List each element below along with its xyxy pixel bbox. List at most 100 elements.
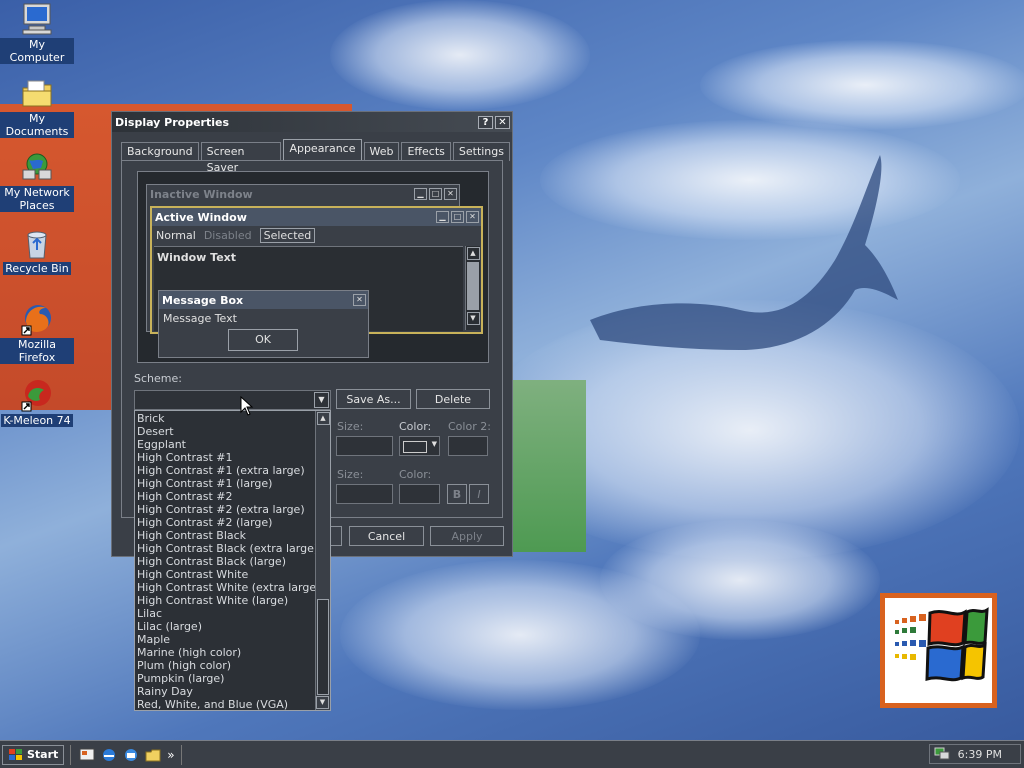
tab-settings[interactable]: Settings <box>452 142 510 161</box>
font-color-label: Color: <box>399 468 432 481</box>
item-size-field[interactable] <box>336 436 393 456</box>
desktop-icon-label: Mozilla Firefox <box>0 338 74 364</box>
bold-button[interactable]: B <box>447 484 467 504</box>
preview-msgbox-text: Message Text <box>163 312 237 325</box>
scheme-label: Scheme: <box>134 372 182 385</box>
start-button[interactable]: Start <box>2 744 65 765</box>
scheme-option[interactable]: Maple <box>135 633 330 646</box>
windows-flag-icon <box>9 748 22 760</box>
desktop-icon-my-documents[interactable]: My Documents <box>0 78 74 138</box>
scheme-option[interactable]: Eggplant <box>135 438 330 451</box>
dropdown-scrollbar[interactable]: ▲ ▼ <box>315 411 330 710</box>
mouse-cursor-icon <box>240 396 254 416</box>
scheme-option[interactable]: High Contrast #2 (large) <box>135 516 330 529</box>
item-color-swatch <box>403 441 427 453</box>
tab-background[interactable]: Background <box>121 142 199 161</box>
scheme-option[interactable]: High Contrast Black (large) <box>135 555 330 568</box>
taskbar-separator <box>70 744 73 765</box>
close-icon: ✕ <box>444 188 457 200</box>
delete-button[interactable]: Delete <box>416 389 490 409</box>
preview-msgbox-titlebar: Message Box ✕ <box>159 291 368 309</box>
close-button[interactable]: ✕ <box>495 115 510 129</box>
tab-appearance[interactable]: Appearance <box>283 139 362 161</box>
network-tray-icon[interactable] <box>934 747 950 761</box>
minimize-icon: ▁ <box>436 211 449 223</box>
preview-ok-button: OK <box>228 329 298 351</box>
preview-menu-selected: Selected <box>259 227 316 243</box>
scheme-option[interactable]: Red, White, and Blue (VGA) <box>135 698 330 710</box>
item-color-button[interactable]: ▼ <box>399 436 440 456</box>
explorer-folder-icon[interactable] <box>145 747 161 763</box>
font-size-label: Size: <box>337 468 364 481</box>
preview-inactive-titlebar: Inactive Window ▁ □ ✕ <box>147 185 459 203</box>
wallpaper-green-block <box>512 380 586 552</box>
scheme-select[interactable]: ▼ <box>134 390 331 410</box>
save-as-button[interactable]: Save As... <box>336 389 411 409</box>
font-size-field[interactable] <box>336 484 393 504</box>
scheme-option[interactable]: High Contrast Black <box>135 529 330 542</box>
tab-effects[interactable]: Effects <box>401 142 451 161</box>
taskbar: Start » 6:39 PM <box>0 740 1024 768</box>
windows-logo <box>880 593 997 708</box>
scheme-option[interactable]: High Contrast White <box>135 568 330 581</box>
scheme-option[interactable]: High Contrast #1 (large) <box>135 477 330 490</box>
close-icon: ✕ <box>466 211 479 223</box>
preview-menu-bar: Normal Disabled Selected <box>152 226 481 244</box>
scheme-option[interactable]: Pumpkin (large) <box>135 672 330 685</box>
scheme-option[interactable]: High Contrast #1 (extra large) <box>135 464 330 477</box>
maximize-icon: □ <box>451 211 464 223</box>
quick-launch: » <box>79 744 183 765</box>
preview-menu-disabled: Disabled <box>203 228 252 242</box>
internet-explorer-icon[interactable] <box>101 747 117 763</box>
desktop-icon-my-computer[interactable]: My Computer <box>0 2 74 64</box>
item-color2-button[interactable] <box>448 436 488 456</box>
chevron-down-icon[interactable]: ▼ <box>314 392 329 408</box>
italic-button[interactable]: I <box>469 484 489 504</box>
scheme-option[interactable]: High Contrast White (large) <box>135 594 330 607</box>
desktop-icon-my-network-places[interactable]: My Network Places <box>0 152 74 212</box>
scheme-option[interactable]: Plum (high color) <box>135 659 330 672</box>
quick-launch-chevron[interactable]: » <box>167 748 174 762</box>
desktop-icon-recycle-bin[interactable]: Recycle Bin <box>0 228 74 275</box>
scheme-option[interactable]: High Contrast Black (extra large) <box>135 542 330 555</box>
close-icon: ✕ <box>353 294 366 306</box>
desktop-icon-label: K-Meleon 74 <box>1 414 73 427</box>
scheme-option[interactable]: Desert <box>135 425 330 438</box>
cancel-button[interactable]: Cancel <box>349 526 424 546</box>
desktop-icon-label: Recycle Bin <box>3 262 71 275</box>
scroll-up-icon: ▲ <box>466 247 480 260</box>
help-button[interactable]: ? <box>478 115 493 129</box>
font-color-button[interactable] <box>399 484 440 504</box>
scheme-option[interactable]: Rainy Day <box>135 685 330 698</box>
preview-inactive-title: Inactive Window <box>150 187 253 201</box>
preview-window-text: Window Text <box>157 251 237 264</box>
scheme-option[interactable]: High Contrast #2 (extra large) <box>135 503 330 516</box>
scheme-option[interactable]: High Contrast White (extra large) <box>135 581 330 594</box>
scheme-option[interactable]: High Contrast #2 <box>135 490 330 503</box>
desktop-icon-mozilla-firefox[interactable]: Mozilla Firefox <box>0 302 74 364</box>
dropdown-scroll-thumb[interactable] <box>317 599 329 695</box>
scheme-option[interactable]: Lilac (large) <box>135 620 330 633</box>
outlook-express-icon[interactable] <box>123 747 139 763</box>
tab-web[interactable]: Web <box>363 142 400 161</box>
scroll-down-icon: ▼ <box>466 312 480 325</box>
apply-button[interactable]: Apply <box>430 526 504 546</box>
clock[interactable]: 6:39 PM <box>958 748 1002 761</box>
network-icon <box>22 153 52 180</box>
tab-screen-saver[interactable]: Screen Saver <box>200 142 282 174</box>
scheme-option[interactable]: Marine (high color) <box>135 646 330 659</box>
preview-active-titlebar: Active Window ▁ □ ✕ <box>152 208 481 226</box>
scheme-option[interactable]: Lilac <box>135 607 330 620</box>
window-titlebar[interactable]: Display Properties ? ✕ <box>112 112 512 132</box>
scroll-up-icon[interactable]: ▲ <box>316 412 330 425</box>
scroll-down-icon[interactable]: ▼ <box>316 696 329 709</box>
maximize-icon: □ <box>429 188 442 200</box>
scheme-option[interactable]: High Contrast #1 <box>135 451 330 464</box>
scheme-option[interactable]: Brick <box>135 412 330 425</box>
show-desktop-icon[interactable] <box>79 747 95 763</box>
desktop-icon-k-meleon[interactable]: K-Meleon 74 <box>0 378 74 427</box>
computer-icon <box>22 3 52 35</box>
scheme-preview: Inactive Window ▁ □ ✕ Active Window ▁ □ … <box>137 171 489 363</box>
minimize-icon: ▁ <box>414 188 427 200</box>
folder-icon <box>22 80 52 107</box>
